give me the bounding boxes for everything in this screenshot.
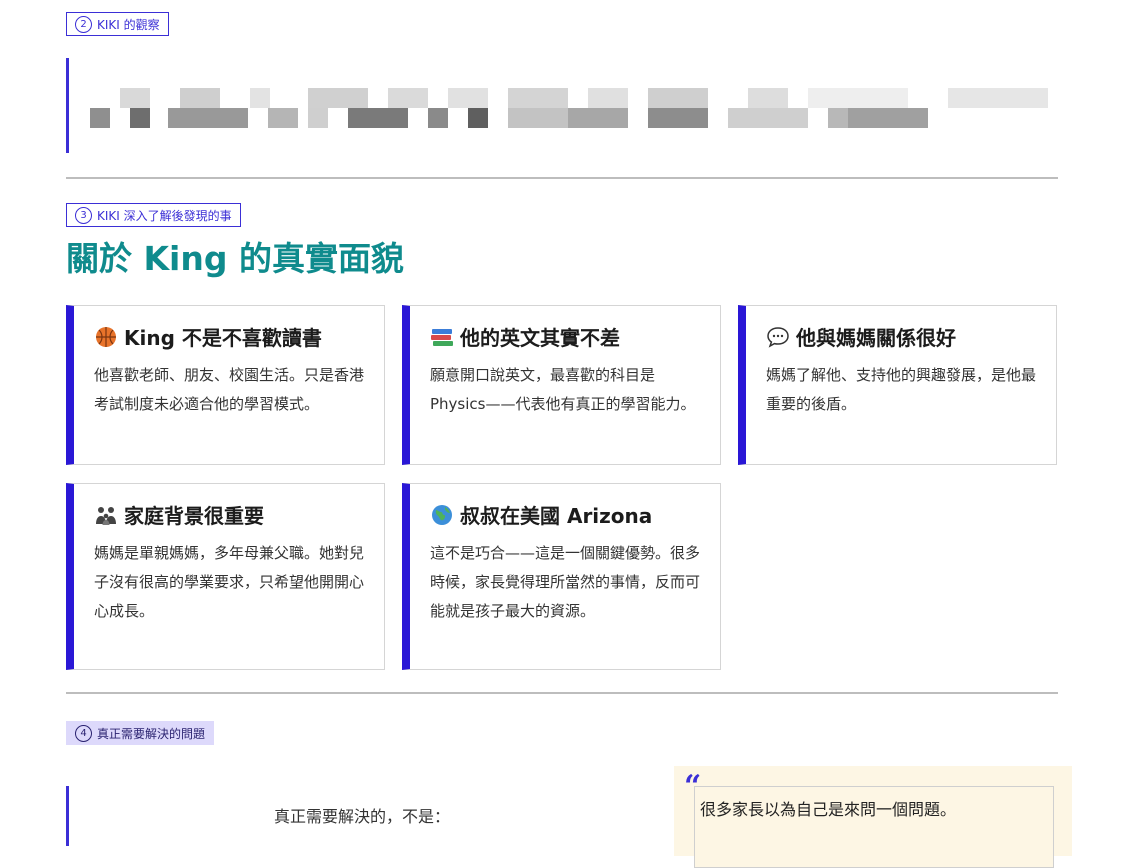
card-body: 他喜歡老師、朋友、校園生活。只是香港考試制度未必適合他的學習模式。 <box>94 366 365 413</box>
info-card: King 不是不喜歡讀書 他喜歡老師、朋友、校園生活。只是香港考試制度未必適合他… <box>66 305 385 465</box>
quote-accent-bar <box>66 786 69 846</box>
card-title: 他與媽媽關係很好 <box>796 326 956 350</box>
basketball-icon <box>94 325 118 349</box>
card-body: 媽媽是單親媽媽，多年母兼父職。她對兒子沒有很高的學業要求，只希望他開開心心成長。 <box>94 544 365 620</box>
quote-text: 很多家長以為自己是來問一個問題。 <box>700 800 957 819</box>
redacted-text <box>90 86 1050 130</box>
problem-lead: 真正需要解決的，不是： <box>274 807 451 826</box>
card-title: King 不是不喜歡讀書 <box>124 326 322 350</box>
family-icon <box>94 503 118 527</box>
divider <box>66 177 1058 179</box>
info-card: 叔叔在美國 Arizona 這不是巧合——這是一個關鍵優勢。很多時候，家長覺得理… <box>402 483 721 670</box>
card-title: 叔叔在美國 Arizona <box>460 504 653 528</box>
globe-icon <box>430 503 454 527</box>
section-label: 真正需要解決的問題 <box>97 726 206 741</box>
card-body: 願意開口說英文，最喜歡的科目是 Physics——代表他有真正的學習能力。 <box>430 366 696 413</box>
section-number: 2 <box>75 15 92 33</box>
section-tag-4: 4 真正需要解決的問題 <box>66 721 215 745</box>
section-number: 4 <box>75 724 92 742</box>
info-card: 他與媽媽關係很好 媽媽了解他、支持他的興趣發展，是他最重要的後盾。 <box>738 305 1057 465</box>
quote-mark-icon: “ <box>684 769 702 804</box>
speech-bubble-icon <box>766 325 790 349</box>
card-title: 他的英文其實不差 <box>460 326 620 350</box>
section-tag-2: 2 KIKI 的觀察 <box>66 12 169 36</box>
info-card: 家庭背景很重要 媽媽是單親媽媽，多年母兼父職。她對兒子沒有很高的學業要求，只希望… <box>66 483 385 670</box>
info-card: 他的英文其實不差 願意開口說英文，最喜歡的科目是 Physics——代表他有真正… <box>402 305 721 465</box>
card-title: 家庭背景很重要 <box>124 504 264 528</box>
section-number: 3 <box>75 206 92 224</box>
section-tag-3: 3 KIKI 深入了解後發現的事 <box>66 203 241 227</box>
section-title: 關於 King 的真實面貌 <box>66 239 404 278</box>
quote-box: “ 很多家長以為自己是來問一個問題。 <box>674 766 1072 868</box>
section-label: KIKI 深入了解後發現的事 <box>97 208 232 223</box>
quote-accent-bar <box>66 58 69 153</box>
card-body: 這不是巧合——這是一個關鍵優勢。很多時候，家長覺得理所當然的事情，反而可能就是孩… <box>430 544 701 620</box>
section-label: KIKI 的觀察 <box>97 17 160 32</box>
books-icon <box>430 325 454 349</box>
card-body: 媽媽了解他、支持他的興趣發展，是他最重要的後盾。 <box>766 366 1037 413</box>
divider <box>66 692 1058 694</box>
